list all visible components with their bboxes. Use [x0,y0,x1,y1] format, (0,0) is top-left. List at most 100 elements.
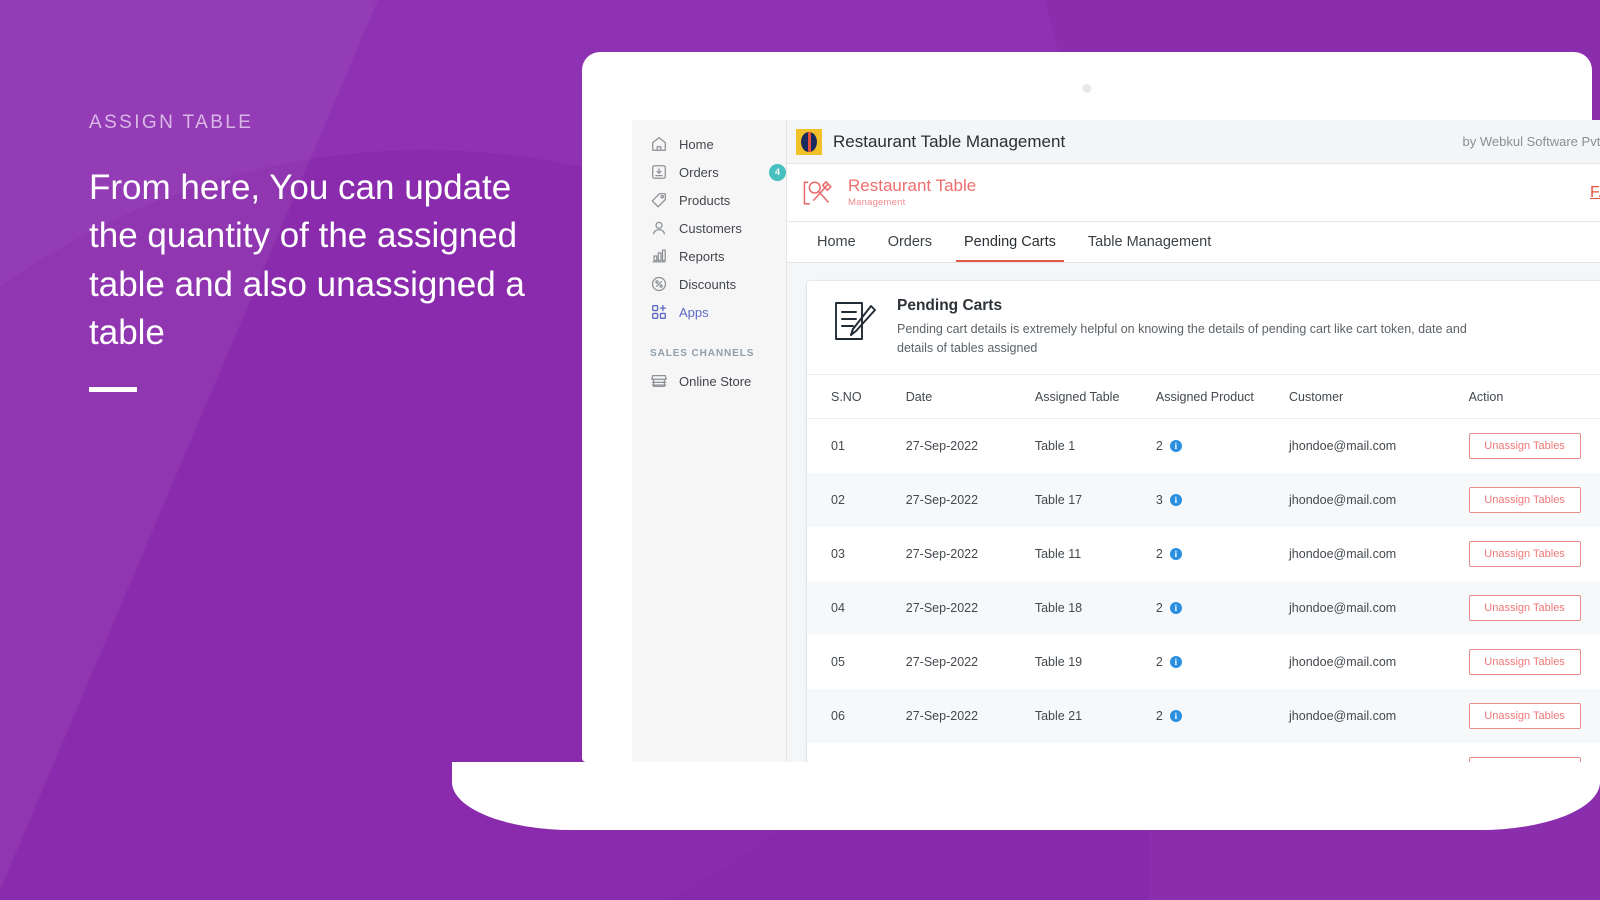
cell-sno: 05 [831,655,845,669]
embedded-app-frame: Restaurant Table Management by Webkul So… [787,120,1600,763]
cell-action: Unassign Tables [1461,527,1600,581]
cell-action: Unassign Tables [1461,473,1600,527]
cell-date: 27-Sep-2022 [905,601,979,615]
pending-carts-table: S.NO Date Assigned Table Assigned Product Cu… [807,375,1600,763]
assigned-product-group: 2i [1156,655,1273,669]
unassign-tables-button[interactable]: Unassign Tables [1468,649,1581,675]
card-header: Pending Carts Pending cart details is ex… [807,281,1600,375]
table-body: 01 27-Sep-2022 Table 1 2 i jhondoe@mail.com Un… [807,419,1600,763]
card-title: Pending Carts [897,297,1003,314]
cell-assigned-table: Table 21 [1034,709,1083,723]
cell-date: 27-Sep-2022 [905,655,979,669]
tab-home[interactable]: Home [801,222,872,262]
table-row: 06 27-Sep-2022 Table 21 2 i jhondoe@mail.com U… [807,689,1600,743]
info-icon[interactable]: i [1169,656,1182,668]
sidebar-item-apps[interactable]: Apps [638,298,780,326]
cell-assigned-table: Table 1 [1034,439,1076,453]
info-icon[interactable]: i [1169,548,1182,560]
sidebar-item-label: Home [679,136,714,152]
unassign-tables-button[interactable]: Unassign Tables [1468,541,1581,567]
cell-assigned-product: 2i [1148,689,1281,743]
cell-assigned-table: Table 12 [1027,743,1148,763]
assigned-product-count: 2 [1155,601,1163,615]
table-row: 0727-Sep-2022Table 122ijhondoe@mail.comU… [807,743,1600,763]
sidebar-item-products[interactable]: Products [638,186,780,214]
cell-sno: 04 [831,601,845,615]
cell-assigned-product: 2i [1148,743,1281,763]
sidebar-item-label: Orders [679,164,719,180]
laptop-base [452,762,1600,830]
brand-bar: Restaurant Table Management FAQ [787,164,1600,222]
promo-headline: From here, You can update the quantity o… [89,168,525,352]
cell-assigned-product: 2i [1148,581,1281,635]
assigned-product-group: 2i [1156,439,1273,453]
products-icon [650,191,668,209]
faq-link[interactable]: FAQ [1590,184,1600,202]
sidebar-item-customers[interactable]: Customers [638,214,780,242]
browser-viewport: Home Orders 4 Products Customers Reports Disco… [632,120,1600,763]
customers-icon [650,219,668,237]
sidebar-item-label: Discounts [679,276,737,292]
sidebar-item-home[interactable]: Home [638,130,780,158]
column-header-assigned-table: Assigned Table [1026,375,1148,419]
column-header-assigned-product: Assigned Product [1147,375,1282,419]
cell-action: Unassign Tables [1461,743,1600,763]
assigned-product-count: 2 [1155,439,1163,453]
info-icon[interactable]: i [1169,440,1182,452]
cell-action: Unassign Tables [1461,635,1600,689]
info-icon[interactable]: i [1169,710,1182,722]
tab-orders[interactable]: Orders [872,222,948,262]
sidebar-item-orders[interactable]: Orders 4 [638,158,786,186]
cell-sno: 07 [807,743,898,763]
unassign-tables-button[interactable]: Unassign Tables [1468,703,1581,729]
tab-pending-carts[interactable]: Pending Carts [948,222,1072,262]
sidebar-item-label: Customers [679,220,742,236]
sidebar-item-discounts[interactable]: Discounts [638,270,780,298]
cell-sno: 01 [831,439,845,453]
assigned-product-count: 2 [1155,655,1163,669]
column-header-s-no: S.NO [807,375,898,419]
cell-date: 27-Sep-2022 [905,439,979,453]
cell-sno: 06 [831,709,845,723]
orders-icon [650,163,668,181]
laptop-camera-icon [1082,84,1092,93]
brand-text: Restaurant Table Management [848,177,976,208]
sales-channels-list: Online Store [632,365,786,395]
table-row: 04 27-Sep-2022 Table 18 2 i jhondoe@mail.com U… [807,581,1600,635]
laptop-screen: Home Orders 4 Products Customers Reports Disco… [582,52,1600,763]
admin-nav-list: Home Orders 4 Products Customers Reports Disco… [632,120,786,326]
admin-sidebar: Home Orders 4 Products Customers Reports Disco… [632,120,787,763]
assigned-product-count: 2 [1155,709,1163,723]
tab-table-management[interactable]: Table Management [1072,222,1227,262]
cell-assigned-product: 2i [1148,527,1281,581]
column-header-customer: Customer [1281,375,1461,419]
sidebar-item-online-store[interactable]: Online Store [638,367,780,395]
cell-customer: jhondoe@mail.com [1289,493,1397,507]
table-row: 03 27-Sep-2022 Table 11 2 i jhondoe@mail.com U… [807,527,1600,581]
card-description: Pending cart details is extremely helpfu… [897,322,1467,355]
unassign-tables-button[interactable]: Unassign Tables [1468,595,1581,621]
assigned-product-group: 2i [1156,547,1273,561]
cell-assigned-table: Table 19 [1034,655,1083,669]
table-header-row: S.NO Date Assigned Table Assigned Product Cu… [807,375,1600,419]
app-tabbar: Home Orders Pending Carts Table Management [787,222,1600,263]
app-vendor: by Webkul Software Pvt Ltd [1462,134,1600,149]
cell-assigned-table: Table 11 [1034,547,1082,561]
unassign-tables-button[interactable]: Unassign Tables [1468,433,1581,459]
table-row: 05 27-Sep-2022 Table 19 2 i jhondoe@mail.com U… [807,635,1600,689]
sidebar-item-label: Products [679,192,731,208]
brand-name: Restaurant Table [848,176,977,196]
cell-action: Unassign Tables [1461,419,1600,474]
slide-canvas: ASSIGN TABLE From here, You can update t… [0,0,1600,900]
reports-icon [650,247,668,265]
cell-date: 27-Sep-2022 [898,743,1027,763]
orders-badge: 4 [769,163,786,181]
cell-sno: 02 [831,493,845,507]
unassign-tables-button[interactable]: Unassign Tables [1468,487,1581,513]
cell-assigned-product: 2i [1148,419,1281,474]
info-icon[interactable]: i [1169,602,1182,614]
sidebar-item-reports[interactable]: Reports [638,242,780,270]
column-header-date: Date [897,375,1027,419]
info-icon[interactable]: i [1169,494,1182,506]
cell-sno: 03 [831,547,845,561]
